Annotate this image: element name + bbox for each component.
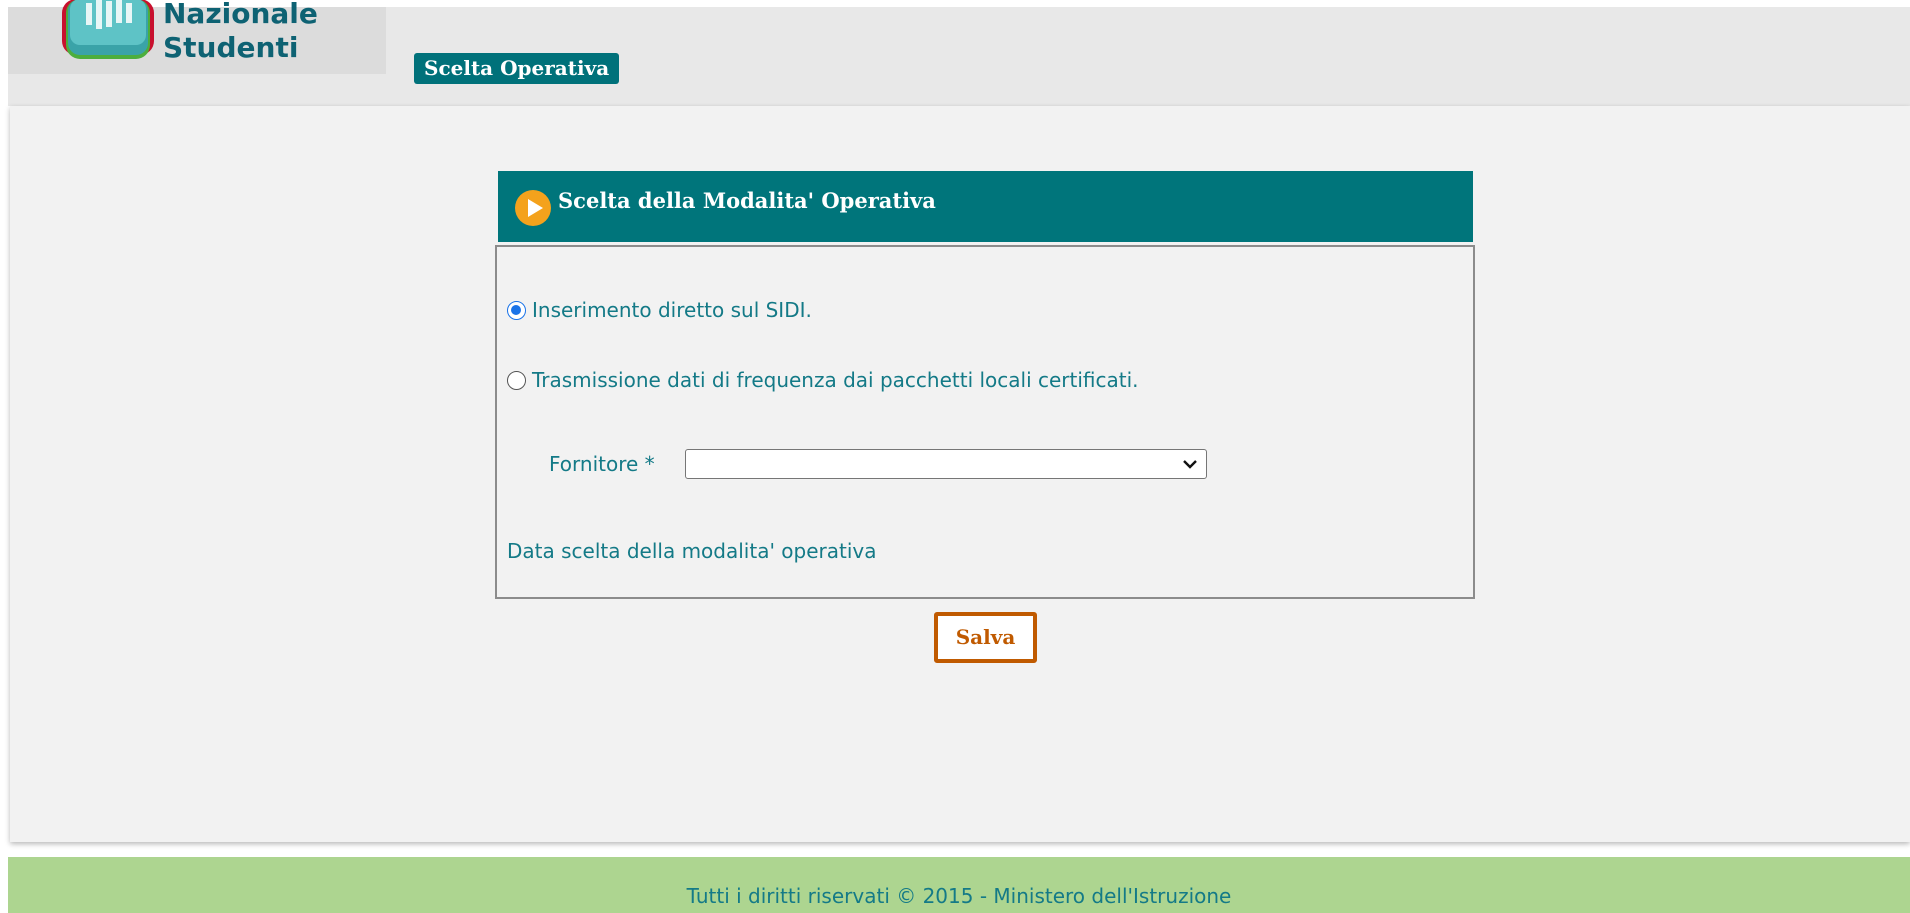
radio-trasmissione-dati[interactable] [507,370,526,390]
option-inserimento-diretto[interactable]: Inserimento diretto sul SIDI. [507,297,812,323]
logo-icon [62,0,154,59]
option-label: Inserimento diretto sul SIDI. [532,298,812,322]
fornitore-label: Fornitore * [549,452,655,476]
logo-line-2: Studenti [163,31,299,64]
option-trasmissione-dati[interactable]: Trasmissione dati di frequenza dai pacch… [507,367,1139,393]
nav-tab-scelta-operativa[interactable]: Scelta Operativa [414,53,620,84]
option-label: Trasmissione dati di frequenza dai pacch… [532,368,1139,392]
data-scelta-label: Data scelta della modalita' operativa [507,539,877,563]
save-button[interactable]: Salva [934,612,1037,663]
footer-copyright: Tutti i diritti riservati © 2015 - Minis… [686,884,1232,908]
logo-area: Nazionale Studenti [8,0,386,74]
footer: Tutti i diritti riservati © 2015 - Minis… [8,857,1910,913]
header: Nazionale Studenti Scelta Operativa [8,0,1910,106]
play-icon [515,190,551,226]
panel-header: Scelta della Modalita' Operativa [498,171,1473,242]
panel-title: Scelta della Modalita' Operativa [558,188,936,213]
fornitore-select[interactable] [685,449,1207,479]
page: Nazionale Studenti Scelta Operativa Scel… [0,0,1910,913]
chevron-down-icon [1183,460,1197,469]
logo-text: Nazionale Studenti [163,0,318,65]
panel-body: Inserimento diretto sul SIDI. Trasmissio… [495,245,1475,599]
logo-line-1: Nazionale [163,0,318,30]
radio-inserimento-diretto[interactable] [507,300,526,320]
